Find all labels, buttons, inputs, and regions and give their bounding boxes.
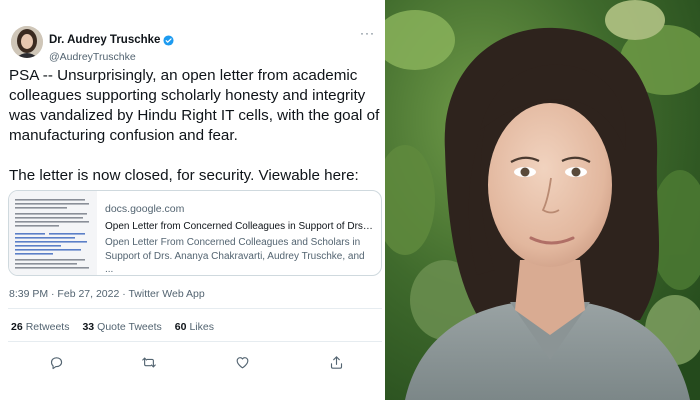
tweet-author: Dr. Audrey Truschke @AudreyTruschke ··· <box>11 26 377 63</box>
tweet-panel: Dr. Audrey Truschke @AudreyTruschke ··· … <box>0 0 384 400</box>
display-name[interactable]: Dr. Audrey Truschke <box>49 34 174 46</box>
tweet-paragraph-1: PSA -- Unsurprisingly, an open letter fr… <box>9 67 380 144</box>
reply-button[interactable] <box>44 350 68 374</box>
quote-tweets-stat[interactable]: 33 Quote Tweets <box>82 321 161 333</box>
likes-stat[interactable]: 60 Likes <box>175 321 214 333</box>
tweet-text: PSA -- Unsurprisingly, an open letter fr… <box>9 66 381 186</box>
display-name-text[interactable]: Dr. Audrey Truschke <box>49 34 160 46</box>
like-button[interactable] <box>230 350 254 374</box>
likes-label: Likes <box>189 321 214 333</box>
link-preview-card[interactable]: docs.google.com Open Letter from Concern… <box>8 190 382 276</box>
portrait-photo <box>385 0 700 400</box>
more-options-icon[interactable]: ··· <box>360 27 375 39</box>
share-icon <box>329 355 344 370</box>
link-domain: docs.google.com <box>105 203 185 215</box>
link-description: Open Letter From Concerned Colleagues an… <box>105 237 365 275</box>
reply-icon <box>49 355 64 370</box>
tweet-stats: 26 Retweets 33 Quote Tweets 60 Likes <box>11 321 214 333</box>
divider <box>8 341 382 342</box>
retweet-icon <box>141 355 157 370</box>
user-handle[interactable]: @AudreyTruschke <box>49 51 174 63</box>
verified-badge-icon <box>163 34 174 46</box>
retweets-label: Retweets <box>25 321 70 333</box>
retweets-count: 26 <box>11 321 23 333</box>
link-preview-thumbnail <box>9 191 97 275</box>
heart-icon <box>235 355 250 370</box>
tweet-actions <box>0 350 384 374</box>
share-button[interactable] <box>324 350 348 374</box>
tweet-paragraph-2: The letter is now closed, for security. … <box>9 167 359 184</box>
likes-count: 60 <box>174 321 187 333</box>
retweet-button[interactable] <box>137 350 161 374</box>
link-title: Open Letter from Concerned Colleagues in… <box>105 220 373 232</box>
tweet-timestamp[interactable]: 8:39 PM · Feb 27, 2022 · Twitter Web App <box>9 288 205 300</box>
quote-tweets-label: Quote Tweets <box>97 321 162 333</box>
retweets-stat[interactable]: 26 Retweets <box>11 321 69 333</box>
quote-tweets-count: 33 <box>82 321 95 333</box>
divider <box>8 308 382 309</box>
avatar[interactable] <box>11 26 43 58</box>
